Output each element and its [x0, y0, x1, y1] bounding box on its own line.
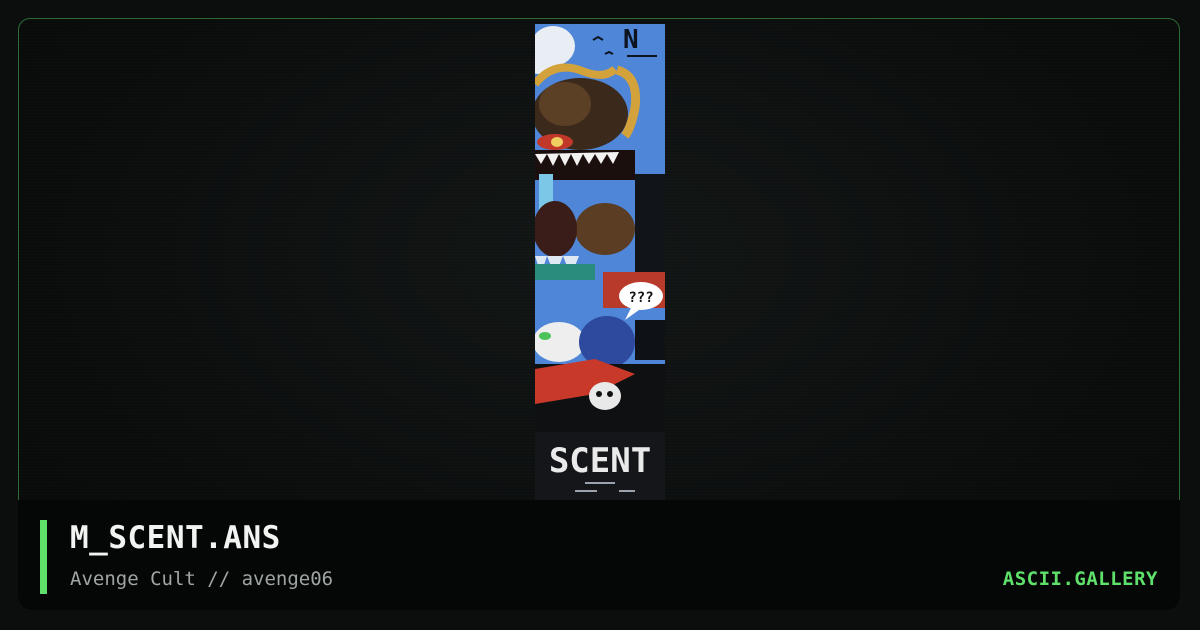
ansi-artwork-image: N ??? SCENT — [535, 24, 665, 500]
ansi-artwork-preview[interactable]: N ??? SCENT — [535, 24, 665, 500]
artwork-title: M_SCENT.ANS — [70, 520, 281, 556]
artwork-logo-text: SCENT — [549, 441, 651, 481]
accent-bar — [40, 520, 47, 594]
artwork-logo-glyph: N — [623, 25, 639, 55]
caption-bar: M_SCENT.ANS Avenge Cult // avenge06 ASCI… — [18, 500, 1180, 610]
artwork-author-line: Avenge Cult // avenge06 — [70, 568, 334, 590]
site-brand-link[interactable]: ASCII.GALLERY — [1003, 568, 1158, 590]
artwork-speech-bubble: ??? — [628, 290, 653, 306]
